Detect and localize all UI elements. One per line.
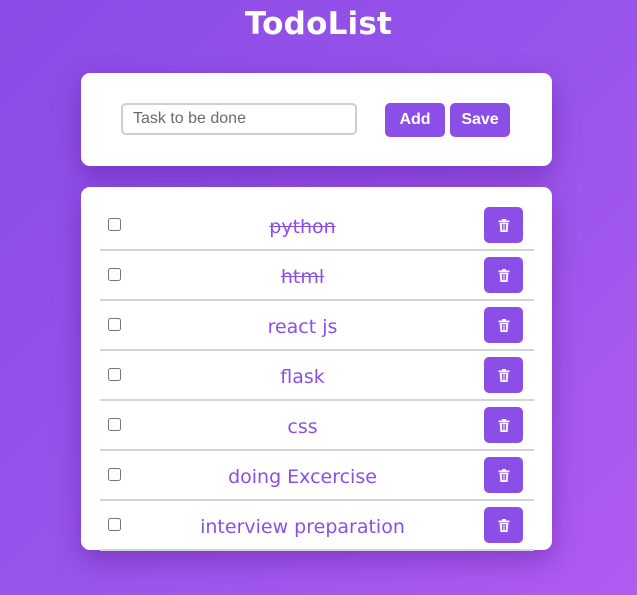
app-title: TodoList <box>244 6 393 42</box>
task-row: doing Excercise <box>100 451 534 501</box>
task-row: flask <box>100 351 534 401</box>
task-label: python <box>269 216 336 238</box>
trash-icon <box>498 518 510 532</box>
task-input[interactable] <box>121 103 357 135</box>
trash-icon <box>498 218 510 232</box>
task-row: python <box>100 201 534 251</box>
task-label: doing Excercise <box>228 466 377 488</box>
save-button[interactable]: Save <box>450 103 510 137</box>
trash-icon <box>498 268 510 282</box>
task-checkbox[interactable] <box>108 418 121 431</box>
delete-task-button[interactable] <box>484 207 523 243</box>
task-row: interview preparation <box>100 501 534 551</box>
delete-task-button[interactable] <box>484 307 523 343</box>
task-label: css <box>287 416 318 438</box>
task-label: react js <box>267 316 338 338</box>
add-task-panel: Add Save <box>81 73 552 166</box>
delete-task-button[interactable] <box>484 407 523 443</box>
task-checkbox[interactable] <box>108 468 121 481</box>
trash-icon <box>498 368 510 382</box>
task-checkbox[interactable] <box>108 318 121 331</box>
task-label: interview preparation <box>200 516 405 538</box>
task-list-panel: python html react js flask css doing Excercis… <box>81 187 552 551</box>
task-row: css <box>100 401 534 451</box>
task-list: python html react js flask css doing Excercis… <box>100 201 534 551</box>
delete-task-button[interactable] <box>484 507 523 543</box>
task-label: flask <box>280 366 325 388</box>
delete-task-button[interactable] <box>484 357 523 393</box>
trash-icon <box>498 468 510 482</box>
task-checkbox[interactable] <box>108 268 121 281</box>
task-checkbox[interactable] <box>108 368 121 381</box>
task-checkbox[interactable] <box>108 218 121 231</box>
delete-task-button[interactable] <box>484 257 523 293</box>
add-button[interactable]: Add <box>385 103 445 137</box>
task-row: react js <box>100 301 534 351</box>
task-row: html <box>100 251 534 301</box>
trash-icon <box>498 318 510 332</box>
task-checkbox[interactable] <box>108 518 121 531</box>
delete-task-button[interactable] <box>484 457 523 493</box>
trash-icon <box>498 418 510 432</box>
task-label: html <box>280 266 325 288</box>
